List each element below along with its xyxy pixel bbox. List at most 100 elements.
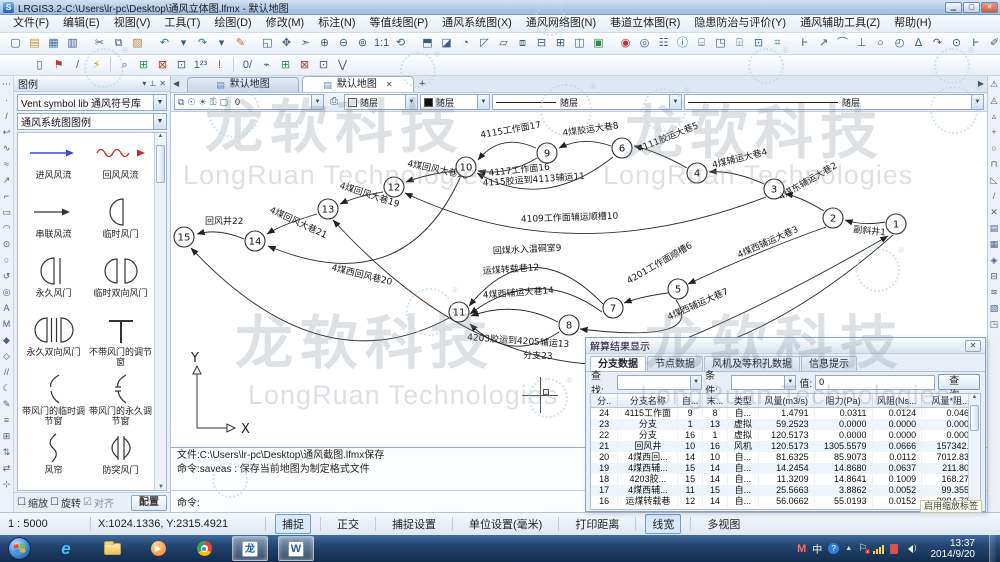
zero-slash-icon[interactable]: 0/ (239, 57, 256, 74)
taskbar-clock[interactable]: 13:37 2014/9/20 (923, 538, 984, 560)
chrome-icon[interactable] (186, 536, 222, 561)
measure-h-icon[interactable]: Ⱶ (796, 35, 813, 52)
media-player-icon[interactable]: ▶ (140, 536, 176, 561)
show-hidden-icons[interactable]: ▲ (845, 545, 852, 552)
table-row[interactable]: 174煤西辅...1115自...25.56633.88620.005299.3… (591, 485, 980, 496)
rect-tool-icon[interactable]: ▭ (0, 204, 14, 220)
waves-tool-icon[interactable]: ≋ (987, 284, 1000, 300)
legend-item[interactable]: 临时双向风门 (87, 253, 154, 312)
close-button[interactable]: ✕ (981, 2, 998, 13)
show-desktop-button[interactable] (989, 535, 996, 562)
format-brush-icon[interactable]: ✎ (232, 35, 249, 52)
chevron-down-icon[interactable]: ▼ (153, 114, 166, 129)
measure-dot-icon[interactable]: ⊙ (948, 35, 965, 52)
view-back-icon[interactable]: ⟲ (392, 35, 409, 52)
longruan-app-icon[interactable]: 龙 (232, 536, 268, 561)
legend-scrollbar[interactable]: ▲▼ (154, 133, 166, 490)
distribute-h-tool-icon[interactable]: ⇄ (0, 460, 14, 476)
measure-circle-icon[interactable]: ○ (872, 35, 889, 52)
menu-item-0[interactable]: 文件(F) (6, 15, 56, 32)
junction-node-12[interactable]: 12 (384, 177, 404, 197)
alert-icon[interactable]: ! (211, 57, 228, 74)
measure-angle-icon[interactable]: ∆ (910, 35, 927, 52)
map-tool-4-icon[interactable]: ◸ (476, 35, 493, 52)
mtext-tool-icon[interactable]: M (0, 316, 14, 332)
ring-icon[interactable]: ◎ (636, 35, 653, 52)
paste-icon[interactable]: ▨ (129, 35, 146, 52)
parallel-tool-icon[interactable]: // (0, 364, 14, 380)
new-tab-button[interactable]: + (419, 77, 425, 92)
branch-edge-10[interactable] (845, 220, 885, 224)
legend-item[interactable]: 串联风流 (20, 194, 87, 253)
column-header-7[interactable]: 风阻(Ns... (872, 394, 922, 408)
action-center-icon[interactable]: ⚐✕ (858, 543, 867, 554)
info-icon[interactable]: ⓘ (674, 35, 691, 52)
corner-tool-icon[interactable]: ⌐ (0, 188, 14, 204)
tab-map-0[interactable]: ▤默认地图 (187, 77, 299, 92)
scroll-view-icon[interactable]: ☷ (655, 35, 672, 52)
scrollbar-thumb[interactable] (156, 145, 165, 183)
plot-style-icon[interactable]: ⎙ (326, 94, 342, 110)
undo-dropdown-icon[interactable]: ▾ (175, 35, 192, 52)
plus-tool-icon[interactable]: + (987, 124, 1000, 140)
statusbar-toggle-5[interactable]: 线宽 (645, 514, 681, 534)
line-tool-icon[interactable]: / (0, 108, 14, 124)
cut-icon[interactable]: ✂ (91, 35, 108, 52)
prism-tool-icon[interactable]: ◬ (987, 92, 1000, 108)
find-select[interactable]: ▼ (617, 375, 702, 390)
tab-map-1[interactable]: ▤默认地图✕ (302, 76, 414, 92)
flag-icon[interactable]: ⚑ (50, 57, 67, 74)
map-tool-9-icon[interactable]: ◫ (571, 35, 588, 52)
legend-item[interactable]: 永久风门 (20, 253, 87, 312)
legend-category-select[interactable]: 通风系统图图例 ▼ (17, 113, 167, 130)
save-file-icon[interactable]: ▦ (45, 35, 62, 52)
arc-tool-icon[interactable]: ◠ (0, 220, 14, 236)
maximize-button[interactable]: ▢ (963, 2, 980, 13)
shade-tool-icon[interactable]: ▧ (987, 300, 1000, 316)
open-file-icon[interactable]: ▤ (26, 35, 43, 52)
results-close-icon[interactable]: ✕ (965, 340, 981, 352)
menu-item-4[interactable]: 绘图(D) (207, 15, 258, 32)
start-button[interactable] (8, 537, 31, 560)
ray-tool-icon[interactable]: ↗ (0, 172, 14, 188)
snap-grid-tool-icon[interactable]: ⊹ (0, 476, 14, 492)
table-row[interactable]: 194煤西辅...1514自...14.245414.86800.0637211… (591, 463, 980, 474)
column-header-4[interactable]: 类型 (727, 394, 758, 408)
branch-edge-14[interactable] (624, 293, 668, 303)
gradient-tool-icon[interactable]: ◇ (0, 348, 14, 364)
distribute-v-tool-icon[interactable]: ⇅ (0, 444, 14, 460)
line-color-select[interactable]: 随层 ▼ (420, 94, 490, 110)
paste-note-icon[interactable]: ⌹ (731, 35, 748, 52)
chevron-down-icon[interactable]: ▼ (669, 95, 681, 109)
legend-item[interactable]: 永久双向风门 (20, 312, 87, 371)
collapse-icon[interactable]: ⋁ (334, 57, 351, 74)
line-draw-icon[interactable]: / (69, 57, 86, 74)
branch-edge-0[interactable] (197, 232, 244, 239)
fill-color-select[interactable]: 随层 ▼ (344, 94, 418, 110)
menu-item-5[interactable]: 修改(M) (259, 15, 312, 32)
point-tool-icon[interactable]: · (0, 92, 14, 108)
zoom-one-to-one-icon[interactable]: 1:1 (373, 35, 390, 52)
security-alert-icon[interactable] (890, 544, 898, 554)
grid-tool-icon[interactable]: ▦ (987, 236, 1000, 252)
area-add-icon[interactable]: ⊞ (277, 57, 294, 74)
measure-arc-icon[interactable]: ⌒ (834, 35, 851, 52)
layer-select[interactable]: ⧉☉☀⚿▢ 0 ▼ (174, 94, 324, 110)
table-row[interactable]: 184203胶...1514自...11.320914.86410.100916… (591, 474, 980, 485)
results-scrollbar[interactable]: ▲▼ (968, 394, 980, 509)
list-tool-icon[interactable]: ▤ (987, 220, 1000, 236)
junction-node-2[interactable]: 2 (823, 208, 843, 228)
slash-tool-icon[interactable]: / (987, 188, 1000, 204)
menu-item-10[interactable]: 巷道立体图(R) (603, 15, 687, 32)
layers-tool-icon[interactable]: ≡ (0, 412, 14, 428)
rotate-checkbox[interactable]: ☐ (50, 497, 59, 508)
lightning-icon[interactable]: ⚡ (88, 57, 105, 74)
tab-close-icon[interactable]: ✕ (386, 78, 393, 92)
legend-item[interactable]: 临时风门 (87, 194, 154, 253)
legend-item[interactable]: 风帘 (20, 430, 87, 489)
measure-clock-icon[interactable]: ◴ (891, 35, 908, 52)
copy-icon[interactable]: ⧉ (110, 35, 127, 52)
undo-node-icon[interactable]: ↩ (0, 124, 14, 140)
delete-tool-icon[interactable]: ✕ (987, 204, 1000, 220)
rect-delete-icon[interactable]: ⊠ (154, 57, 171, 74)
